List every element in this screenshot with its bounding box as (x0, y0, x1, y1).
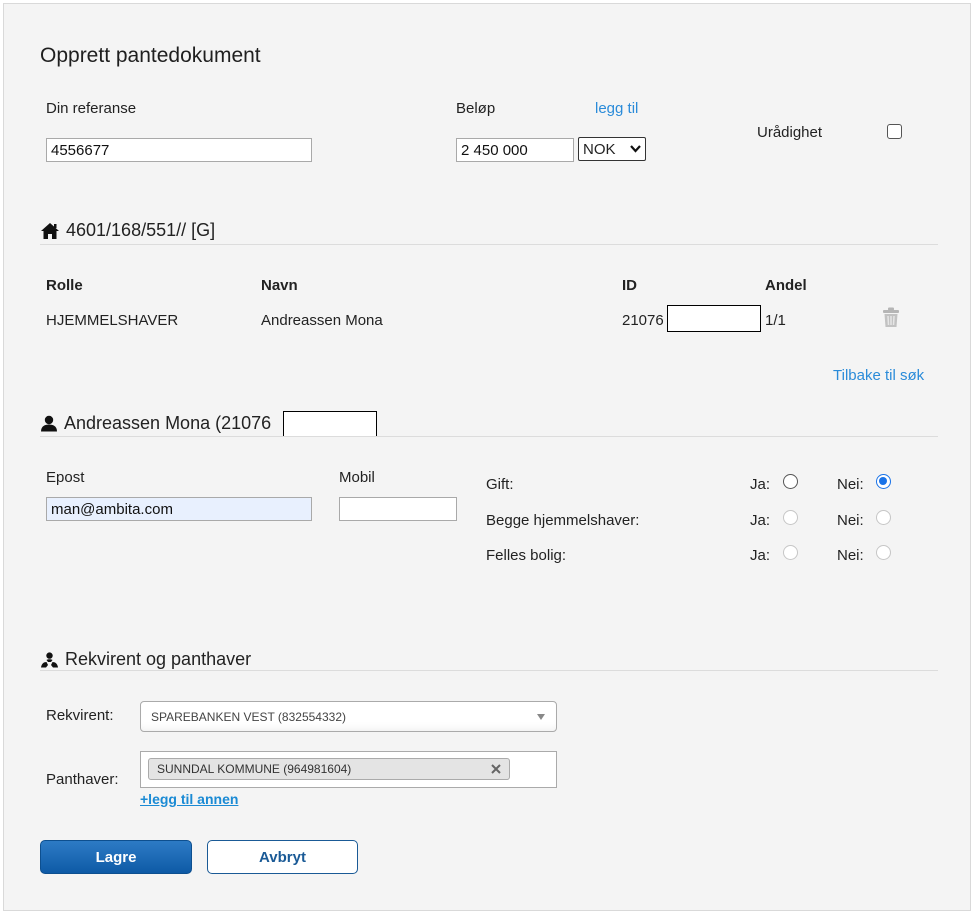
redacted-box (667, 305, 761, 332)
users-icon (41, 651, 58, 667)
currency-value: NOK (583, 140, 616, 158)
parties-heading: Rekvirent og panthaver (40, 649, 251, 670)
question-both-owners-label: Begge hjemmelshaver: (486, 512, 640, 529)
save-button[interactable]: Lagre (40, 840, 192, 874)
panthaver-label: Panthaver: (46, 771, 119, 788)
property-heading: 4601/168/551// [G] (40, 220, 215, 241)
property-heading-text: 4601/168/551// [G] (66, 220, 216, 240)
parties-heading-text: Rekvirent og panthaver (65, 649, 252, 669)
gift-yes-radio[interactable] (783, 474, 798, 489)
add-other-link[interactable]: +legg til annen (140, 791, 238, 807)
back-to-search-link[interactable]: Tilbake til søk (833, 367, 924, 384)
divider (40, 436, 938, 437)
rekvirent-label: Rekvirent: (46, 707, 114, 724)
shared-home-yes-label: Ja: (750, 547, 771, 564)
user-icon (41, 415, 57, 432)
column-header-navn: Navn (261, 277, 298, 294)
gift-yes-label: Ja: (750, 476, 771, 493)
email-field[interactable] (46, 497, 312, 521)
uradighet-checkbox[interactable] (887, 124, 902, 139)
page-title: Opprett pantedokument (40, 44, 261, 67)
both-owners-yes-radio[interactable] (783, 510, 798, 525)
chevron-down-icon (630, 145, 641, 153)
cancel-button[interactable]: Avbryt (207, 840, 358, 874)
column-header-id: ID (622, 277, 637, 294)
person-heading-text: Andreassen Mona (21076 (64, 413, 272, 433)
email-label: Epost (46, 469, 85, 486)
both-owners-no-radio[interactable] (876, 510, 891, 525)
rekvirent-select[interactable]: SPAREBANKEN VEST (832554332) (140, 701, 557, 732)
uradighet-label: Urådighet (757, 124, 823, 141)
caret-down-icon (537, 714, 545, 720)
divider (40, 670, 938, 671)
panthaver-tag-label: SUNNDAL KOMMUNE (964981604) (157, 762, 352, 776)
owner-name: Andreassen Mona (261, 312, 383, 329)
question-gift-label: Gift: (486, 476, 514, 493)
shared-home-yes-radio[interactable] (783, 545, 798, 560)
question-shared-home-label: Felles bolig: (486, 547, 567, 564)
close-icon[interactable] (491, 764, 501, 774)
trash-icon[interactable] (882, 307, 900, 328)
reference-input[interactable] (46, 138, 312, 162)
mobile-field[interactable] (339, 497, 457, 521)
amount-label: Beløp (456, 100, 496, 117)
gift-no-label: Nei: (837, 476, 864, 493)
panthaver-tag: SUNNDAL KOMMUNE (964981604) (148, 758, 510, 780)
redacted-box (283, 411, 377, 437)
both-owners-yes-label: Ja: (750, 512, 771, 529)
owner-role: HJEMMELSHAVER (46, 312, 179, 329)
owner-share: 1/1 (765, 312, 786, 329)
currency-select[interactable]: NOK (578, 137, 646, 161)
shared-home-no-radio[interactable] (876, 545, 891, 560)
both-owners-no-label: Nei: (837, 512, 864, 529)
mobile-label: Mobil (339, 469, 375, 486)
rekvirent-value: SPAREBANKEN VEST (832554332) (151, 709, 346, 724)
owner-id: 21076 (622, 312, 664, 329)
shared-home-no-label: Nei: (837, 547, 864, 564)
add-amount-link[interactable]: legg til (595, 100, 638, 117)
column-header-andel: Andel (765, 277, 807, 294)
amount-input[interactable] (456, 138, 574, 162)
person-heading: Andreassen Mona (21076 (40, 413, 271, 434)
gift-no-radio[interactable] (876, 474, 891, 489)
column-header-rolle: Rolle (46, 277, 83, 294)
house-icon (41, 222, 59, 239)
reference-label: Din referanse (46, 100, 137, 117)
divider (40, 244, 938, 245)
